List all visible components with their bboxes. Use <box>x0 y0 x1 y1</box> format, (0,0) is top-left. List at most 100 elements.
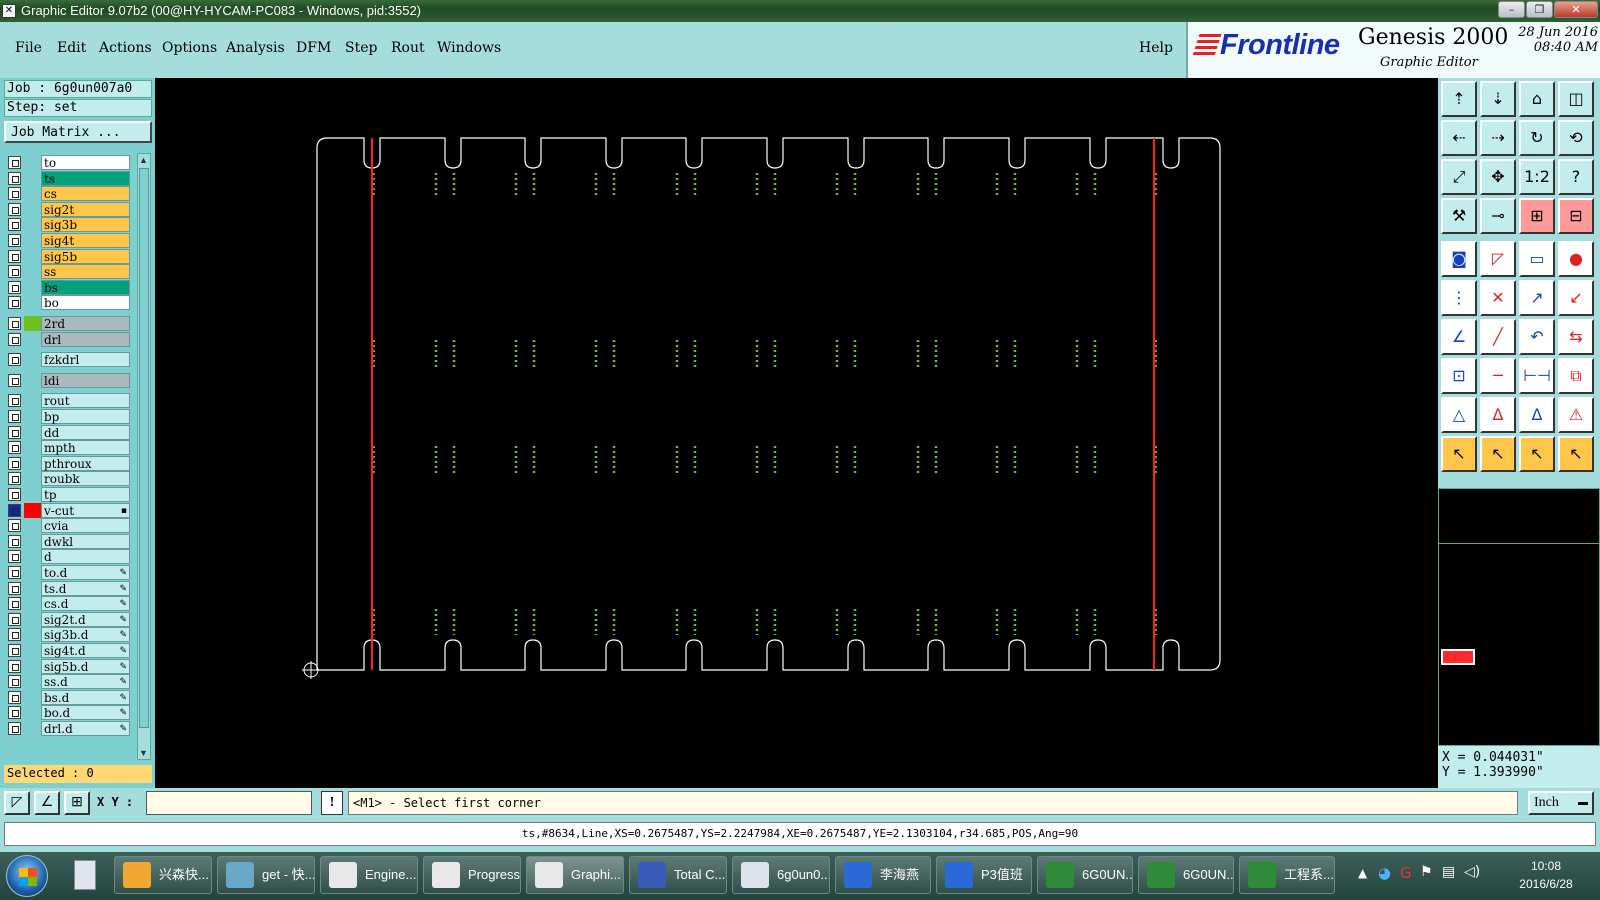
triangle-icon[interactable]: △ <box>1441 397 1477 433</box>
tray-app-icon[interactable]: ◕ <box>1378 864 1391 882</box>
layer-checkbox[interactable] <box>8 472 21 486</box>
taskbar-item-0[interactable]: 兴森快... <box>114 856 212 894</box>
layer-row-bs[interactable]: bs <box>8 279 130 295</box>
layer-name[interactable]: fzkdrl <box>41 352 130 368</box>
layer-checkbox[interactable] <box>8 690 21 704</box>
menu-options[interactable]: Options <box>162 40 217 56</box>
copy-icon[interactable]: ⧉ <box>1558 358 1594 394</box>
layer-checkbox[interactable] <box>8 581 21 595</box>
menu-step[interactable]: Step <box>345 40 377 56</box>
layer-color-swatch[interactable] <box>24 331 41 347</box>
layer-name[interactable]: sig3b <box>41 217 130 233</box>
layer-name[interactable]: cs.d ✎ <box>41 596 130 612</box>
layer-row-ts[interactable]: ts <box>8 170 130 186</box>
layer-color-swatch[interactable] <box>24 721 41 736</box>
tray-antivirus-icon[interactable]: G <box>1400 864 1412 882</box>
layer-checkbox[interactable] <box>8 410 21 423</box>
menu-edit[interactable]: Edit <box>57 40 86 56</box>
select-pad-icon[interactable]: ◙ <box>1441 241 1477 277</box>
layer-color-swatch[interactable] <box>24 295 41 311</box>
layer-name[interactable]: to.d ✎ <box>41 565 130 580</box>
layer-list-scrollbar[interactable]: ▲ ▼ <box>137 153 151 760</box>
layer-name[interactable]: sig2t <box>41 201 130 217</box>
layer-row-mpth[interactable]: mpth <box>8 440 130 456</box>
layer-name[interactable]: bs <box>41 279 130 295</box>
layer-row-fzkdrl[interactable]: fzkdrl <box>8 352 130 368</box>
layer-checkbox[interactable] <box>8 628 21 642</box>
layer-row-ss[interactable]: ss <box>8 264 130 280</box>
layer-checkbox[interactable] <box>8 706 21 720</box>
layer-row-ss.d[interactable]: ss.d ✎ <box>8 674 130 690</box>
layer-name[interactable]: d <box>41 549 130 565</box>
layer-row-ts.d[interactable]: ts.d ✎ <box>8 580 130 596</box>
taskbar-item-5[interactable]: Total C... <box>629 856 727 894</box>
layer-color-swatch[interactable] <box>24 352 41 368</box>
layer-name[interactable]: sig5b.d ✎ <box>41 658 130 674</box>
pan-down-icon[interactable]: ⇣ <box>1480 81 1516 117</box>
tray-network-icon[interactable]: ▤ <box>1442 864 1455 880</box>
tray-volume-icon[interactable]: ◁) <box>1464 864 1480 880</box>
layer-color-swatch[interactable] <box>24 627 41 643</box>
graphic-canvas[interactable] <box>155 78 1438 788</box>
layer-checkbox[interactable] <box>8 280 21 294</box>
xy-input[interactable] <box>146 791 312 815</box>
scroll-thumb[interactable] <box>139 168 149 728</box>
layer-checkbox[interactable] <box>8 156 21 169</box>
layer-name[interactable]: bs.d ✎ <box>41 689 130 705</box>
triangle-cut-icon[interactable]: ⚠ <box>1558 397 1594 433</box>
layer-name[interactable]: v-cut ▪ <box>41 502 130 518</box>
layer-color-swatch[interactable] <box>24 689 41 705</box>
layer-row-pthroux[interactable]: pthroux <box>8 455 130 471</box>
layer-color-swatch[interactable] <box>24 549 41 565</box>
layer-row-rout[interactable]: rout <box>8 393 130 409</box>
layer-name[interactable]: sig4t.d ✎ <box>41 643 130 658</box>
menu-help[interactable]: Help <box>1139 40 1173 56</box>
line-icon[interactable]: ─ <box>1480 358 1516 394</box>
tray-flag-icon[interactable]: ⚑ <box>1420 864 1433 880</box>
taskbar-item-3[interactable]: Progress <box>423 856 521 894</box>
layer-row-to[interactable]: to <box>8 155 130 170</box>
layer-name[interactable]: 2rd <box>41 316 130 331</box>
layer-row-to.d[interactable]: to.d ✎ <box>8 565 130 580</box>
layer-row-cs[interactable]: cs <box>8 186 130 202</box>
triangle-outline-icon[interactable]: Δ <box>1519 397 1555 433</box>
layer-checkbox[interactable] <box>8 187 21 201</box>
layer-color-swatch[interactable] <box>24 674 41 690</box>
menu-windows[interactable]: Windows <box>437 40 501 56</box>
snap-grid-icon[interactable]: ⊞ <box>1519 198 1555 234</box>
layer-name[interactable]: dd <box>41 424 130 440</box>
pointer-circle-icon[interactable]: ↖ <box>1519 436 1555 472</box>
layer-checkbox[interactable] <box>8 488 21 501</box>
layer-checkbox[interactable] <box>8 249 21 263</box>
layer-color-swatch[interactable] <box>24 658 41 674</box>
flip-icon[interactable]: ⇆ <box>1558 319 1594 355</box>
layer-color-swatch[interactable] <box>24 201 41 217</box>
layer-checkbox[interactable] <box>8 722 21 735</box>
layer-row-sig5b[interactable]: sig5b <box>8 248 130 264</box>
layer-color-swatch[interactable] <box>24 643 41 658</box>
layer-checkbox[interactable] <box>8 265 21 279</box>
layer-checkbox[interactable] <box>8 612 21 626</box>
one-to-one-icon[interactable]: 1:2 <box>1519 159 1555 195</box>
layer-checkbox[interactable] <box>8 566 21 579</box>
taskbar-item-10[interactable]: 6G0UN... <box>1138 856 1234 894</box>
layer-name[interactable]: sig2t.d ✎ <box>41 611 130 627</box>
layer-row-tp[interactable]: tp <box>8 487 130 502</box>
snap-off-icon[interactable]: ◸ <box>4 791 30 815</box>
zoom-in-icon[interactable]: ✥ <box>1480 159 1516 195</box>
layer-color-swatch[interactable] <box>24 186 41 202</box>
layer-checkbox[interactable] <box>8 550 21 564</box>
tools-icon[interactable]: ⚒ <box>1441 198 1477 234</box>
layer-color-swatch[interactable] <box>24 279 41 295</box>
add-line-icon[interactable]: ╱ <box>1480 319 1516 355</box>
layer-checkbox[interactable] <box>8 675 21 689</box>
layer-name[interactable]: tp <box>41 487 130 502</box>
layer-checkbox[interactable] <box>8 171 21 185</box>
layer-row-dd[interactable]: dd <box>8 424 130 440</box>
layer-color-swatch[interactable] <box>24 580 41 596</box>
layer-row-sig4t[interactable]: sig4t <box>8 233 130 248</box>
taskbar-item-2[interactable]: Engine... <box>320 856 418 894</box>
layer-row-d[interactable]: d <box>8 549 130 565</box>
layer-checkbox[interactable] <box>8 234 21 247</box>
layer-row-sig4t.d[interactable]: sig4t.d ✎ <box>8 643 130 658</box>
